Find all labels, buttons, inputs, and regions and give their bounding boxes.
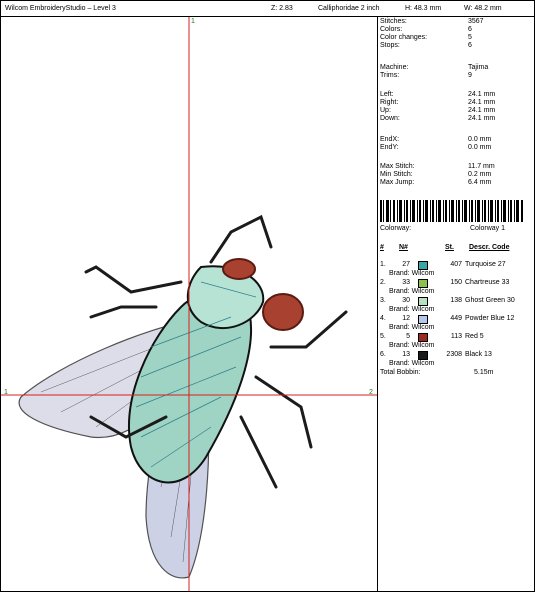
- colorway-value: Colorway 1: [470, 225, 506, 232]
- design-info-panel: Stitches: 3567 Colors: 6 Color changes: 5 S…: [378, 17, 534, 591]
- color-swatch: [418, 333, 428, 342]
- endy-row: EndY: 0.0 mm: [380, 144, 492, 151]
- design-filename: Calliphoridae 2 inch: [318, 5, 380, 12]
- stops-row: Stops: 6: [380, 42, 472, 49]
- color-swatch: [418, 351, 428, 360]
- right-extent-row: Right: 24.1 mm: [380, 99, 496, 106]
- color-swatch: [418, 279, 428, 288]
- thread-row: 6. 13 2308 Black 13 Brand: Wilcom: [380, 351, 492, 367]
- colorway-row: Colorway: Colorway 1: [380, 225, 530, 234]
- color-swatch: [418, 315, 428, 324]
- colorway-label: Colorway:: [380, 225, 412, 232]
- color-swatch: [418, 261, 428, 270]
- col-header-description: Descr. Code: [469, 244, 510, 251]
- fly-embroidery-design: [1, 17, 377, 591]
- col-header-stitches: St.: [445, 244, 454, 251]
- vertical-axis-label: 1: [191, 18, 195, 25]
- col-header-number: N#: [399, 244, 408, 251]
- max-jump-row: Max Jump: 6.4 mm: [380, 179, 492, 186]
- horizontal-axis-start-label: 1: [4, 389, 8, 396]
- thread-row: 3. 30 138 Ghost Green 30 Brand: Wilcom: [380, 297, 515, 313]
- down-extent-row: Down: 24.1 mm: [380, 115, 496, 122]
- col-header-index: #: [380, 244, 384, 251]
- worksheet-header: Wilcom EmbroideryStudio – Level 3 Z: 2.8…: [1, 1, 534, 17]
- design-height: H: 48.3 mm: [405, 5, 442, 12]
- machine-row: Machine: Tajima: [380, 64, 489, 71]
- barcode-image: [380, 200, 523, 222]
- endx-row: EndX: 0.0 mm: [380, 136, 492, 143]
- trims-row: Trims: 9: [380, 72, 472, 79]
- min-stitch-row: Min Stitch: 0.2 mm: [380, 171, 492, 178]
- color-swatch: [418, 297, 428, 306]
- thread-row: 1. 27 407 Turquoise 27 Brand: Wilcom: [380, 261, 506, 277]
- color-changes-row: Color changes: 5: [380, 34, 472, 41]
- thread-row: 5. 5 113 Red 5 Brand: Wilcom: [380, 333, 484, 349]
- zoom-readout: Z: 2.83: [271, 5, 293, 12]
- thread-row: 2. 33 150 Chartreuse 33 Brand: Wilcom: [380, 279, 510, 295]
- left-extent-row: Left: 24.1 mm: [380, 91, 496, 98]
- design-width: W: 48.2 mm: [464, 5, 502, 12]
- max-stitch-row: Max Stitch: 11.7 mm: [380, 163, 495, 170]
- design-preview-canvas[interactable]: 1 1 2: [1, 17, 378, 591]
- thread-row: 4. 12 449 Powder Blue 12 Brand: Wilcom: [380, 315, 515, 331]
- up-extent-row: Up: 24.1 mm: [380, 107, 496, 114]
- total-bobbin-row: Total Bobbin: 5.15m: [380, 369, 494, 376]
- colors-row: Colors: 6: [380, 26, 472, 33]
- horizontal-axis-end-label: 2: [369, 389, 373, 396]
- app-title: Wilcom EmbroideryStudio – Level 3: [5, 5, 116, 12]
- stitches-row: Stitches: 3567: [380, 18, 484, 25]
